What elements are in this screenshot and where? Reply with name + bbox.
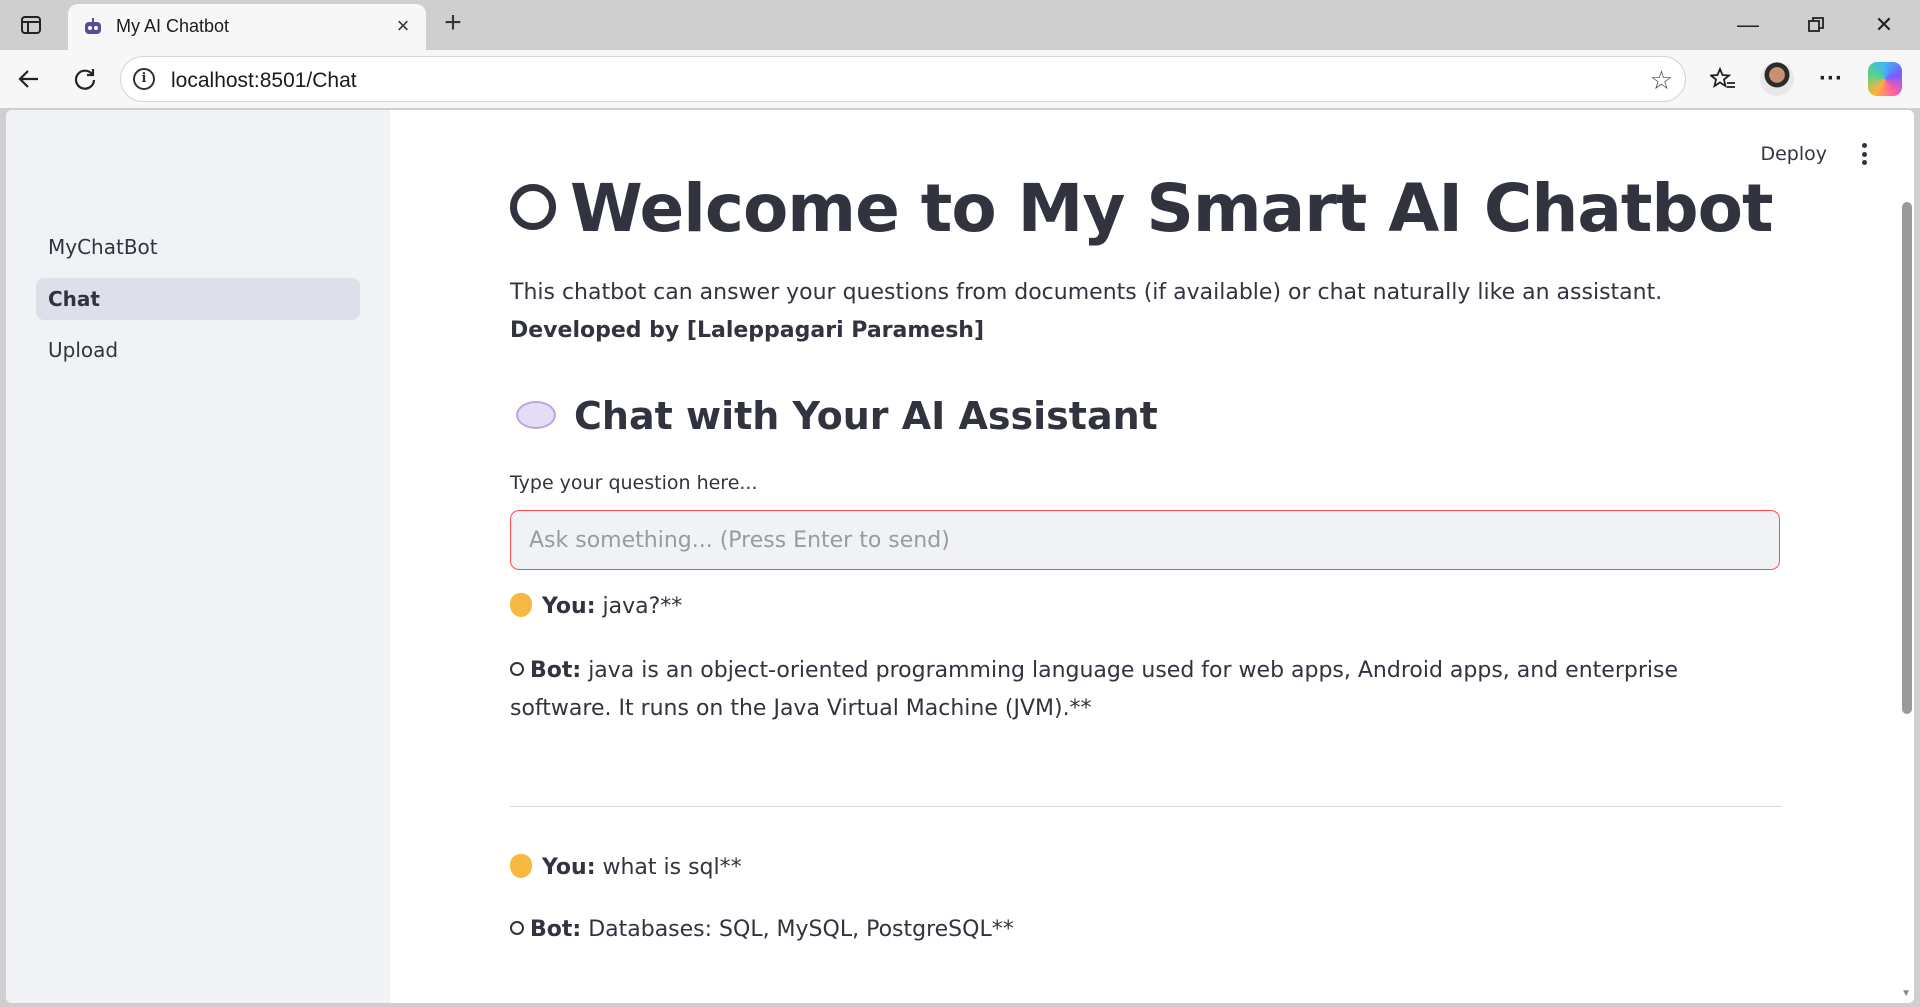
- restore-icon[interactable]: [1796, 8, 1836, 42]
- robot-face-icon: [510, 183, 556, 230]
- page-title-text: Welcome to My Smart AI Chatbot: [570, 170, 1774, 247]
- message-speaker: You:: [542, 855, 596, 880]
- sidebar-item-mychatbot[interactable]: MyChatBot: [36, 226, 360, 268]
- speech-bubble-icon: [516, 400, 556, 429]
- main-menu-icon[interactable]: [1854, 140, 1874, 168]
- browser-tab-bar: My AI Chatbot × + — ✕: [0, 0, 1920, 50]
- scroll-down-arrow-icon[interactable]: ▼: [1901, 988, 1911, 999]
- message-speaker: Bot:: [530, 658, 582, 683]
- chat-message-user: You: java?**: [510, 588, 1782, 626]
- message-speaker: Bot:: [530, 917, 582, 942]
- page-description: This chatbot can answer your questions f…: [510, 280, 1663, 305]
- profile-avatar[interactable]: [1760, 62, 1794, 96]
- refresh-icon[interactable]: [68, 62, 102, 96]
- browser-tab[interactable]: My AI Chatbot ×: [68, 4, 426, 50]
- address-url: localhost:8501/Chat: [171, 69, 357, 92]
- address-bar[interactable]: i localhost:8501/Chat ☆: [120, 56, 1686, 102]
- message-text: Databases: SQL, MySQL, PostgreSQL**: [581, 917, 1014, 942]
- chat-message-bot: Bot: Databases: SQL, MySQL, PostgreSQL**: [510, 911, 1782, 949]
- favorites-icon[interactable]: [1706, 62, 1740, 96]
- message-text: java?**: [595, 594, 683, 619]
- robot-face-icon: [510, 921, 524, 935]
- section-title: Chat with Your AI Assistant: [516, 394, 1158, 438]
- browser-nav-bar: i localhost:8501/Chat ☆ ···: [0, 50, 1920, 108]
- page-title: Welcome to My Smart AI Chatbot: [510, 170, 1774, 247]
- sidebar: MyChatBot Chat Upload: [6, 110, 390, 1003]
- robot-favicon-icon: [82, 16, 104, 38]
- developer-credit: Developed by [Laleppagari Paramesh]: [510, 318, 985, 343]
- person-icon: [510, 854, 532, 878]
- copilot-icon[interactable]: [1868, 62, 1902, 96]
- tab-actions-icon[interactable]: [16, 10, 46, 40]
- message-text: java is an object-oriented programming l…: [510, 658, 1678, 721]
- message-speaker: You:: [542, 594, 596, 619]
- sidebar-item-upload[interactable]: Upload: [36, 329, 360, 371]
- minimize-icon[interactable]: —: [1728, 8, 1768, 42]
- deploy-button[interactable]: Deploy: [1760, 143, 1827, 165]
- section-title-text: Chat with Your AI Assistant: [574, 394, 1158, 438]
- chat-message-bot: Bot: java is an object-oriented programm…: [510, 652, 1782, 728]
- tab-title: My AI Chatbot: [116, 16, 230, 36]
- new-tab-icon[interactable]: +: [438, 8, 468, 38]
- sidebar-item-chat[interactable]: Chat: [36, 278, 360, 320]
- favorite-star-icon[interactable]: ☆: [1650, 65, 1673, 96]
- site-info-icon[interactable]: i: [133, 68, 155, 90]
- scrollbar[interactable]: [1902, 202, 1912, 714]
- app-window: MyChatBot Chat Upload Deploy ▼ Welcome t…: [6, 110, 1914, 1003]
- message-text: what is sql**: [595, 855, 742, 880]
- message-divider: [510, 806, 1782, 807]
- question-input[interactable]: [510, 510, 1780, 570]
- back-icon[interactable]: [12, 62, 46, 96]
- tab-close-icon[interactable]: ×: [392, 15, 414, 37]
- main-content: Deploy ▼ Welcome to My Smart AI Chatbot …: [390, 110, 1914, 1003]
- robot-face-icon: [510, 662, 524, 676]
- person-icon: [510, 593, 532, 617]
- more-options-icon[interactable]: ···: [1814, 62, 1848, 96]
- input-label: Type your question here...: [510, 472, 758, 494]
- close-window-icon[interactable]: ✕: [1864, 8, 1904, 42]
- chat-message-user: You: what is sql**: [510, 849, 1782, 887]
